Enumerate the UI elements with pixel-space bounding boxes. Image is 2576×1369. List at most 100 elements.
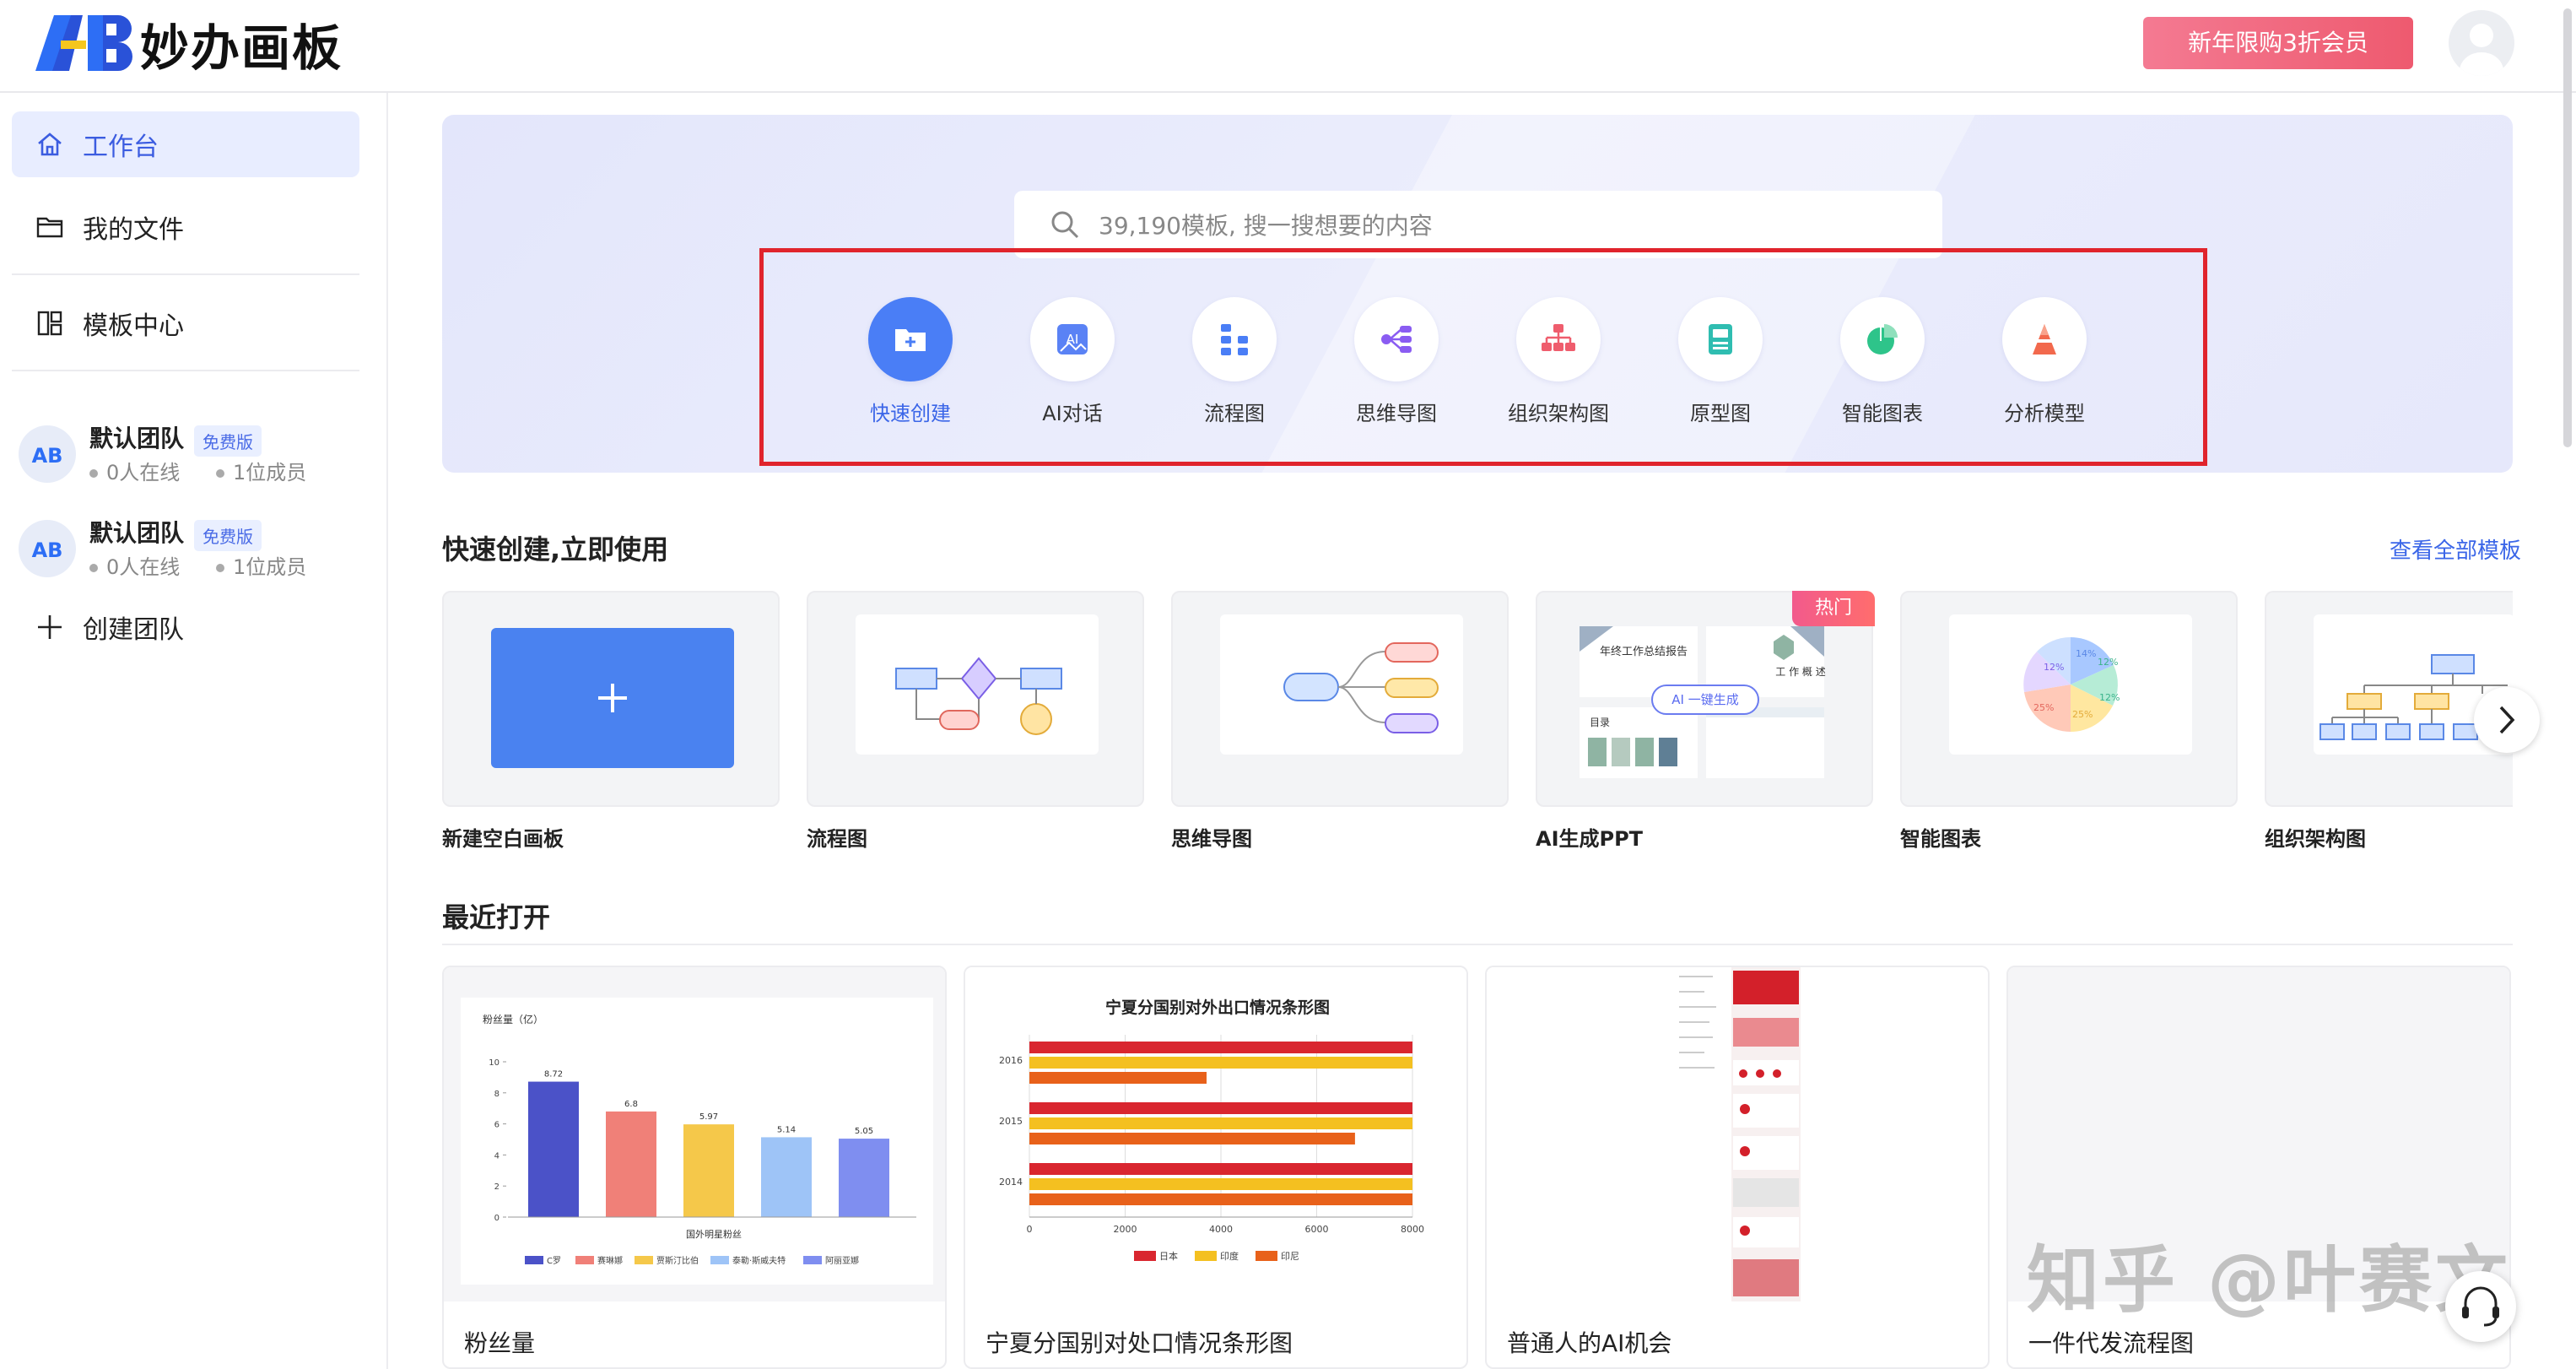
svg-text:12%: 12% — [2099, 692, 2120, 703]
sidebar: 工作台 我的文件 模板中心 AB 默认团队 免费版 0人在线 1位成员 AB 默… — [0, 93, 388, 1369]
org-chart-icon — [1542, 324, 1575, 351]
flowchart-icon — [1221, 324, 1248, 355]
carousel-next-button[interactable] — [2474, 687, 2540, 753]
x-tick-label: 0 — [1027, 1224, 1033, 1235]
nav-workbench[interactable]: 工作台 — [12, 111, 359, 177]
nav-template-center[interactable]: 模板中心 — [12, 290, 359, 356]
bar-value-label: 8.72 — [544, 1070, 563, 1080]
tool-label: 思维导图 — [1356, 402, 1437, 425]
recent-thumb — [1487, 967, 1988, 1301]
team-item[interactable]: AB 默认团队 免费版 0人在线 1位成员 — [19, 414, 373, 490]
search-input[interactable]: 39,190模板, 搜一搜想要的内容 — [1099, 208, 1433, 241]
tool-ai-chat[interactable]: AI AI对话 — [988, 297, 1157, 426]
chart-ylabel: 粉丝量（亿） — [483, 1013, 543, 1025]
view-all-templates-link[interactable]: 查看全部模板 — [2390, 533, 2521, 565]
svg-text:25%: 25% — [2033, 702, 2054, 713]
member-count: 1位成员 — [216, 456, 306, 485]
recent-thumb: 宁夏分国别对外出口情况条形图 0 2000 4000 6000 8000 2016 2015… — [965, 967, 1466, 1301]
legend-label: 阿丽亚娜 — [825, 1255, 859, 1266]
bar — [606, 1111, 656, 1217]
template-name: 智能图表 — [1900, 827, 1981, 851]
plan-badge: 免费版 — [194, 425, 262, 457]
legend-swatch — [803, 1256, 822, 1264]
online-count: 0人在线 — [89, 550, 180, 580]
tool-smart-chart[interactable]: 智能图表 — [1798, 297, 1967, 426]
bar-value-label: 5.14 — [777, 1125, 796, 1134]
hot-badge: 热门 — [1792, 591, 1875, 626]
nav-label: 模板中心 — [83, 311, 184, 341]
legend-swatch — [1195, 1251, 1217, 1261]
tool-analysis-model[interactable]: 分析模型 — [1960, 297, 2129, 426]
template-card-mindmap[interactable] — [1171, 591, 1509, 807]
bar — [683, 1124, 734, 1217]
vip-promo-button[interactable]: 新年限购3折会员 — [2143, 17, 2413, 69]
bar — [1029, 1072, 1207, 1084]
watermark: 知乎 @叶赛文 — [2027, 1238, 2511, 1323]
y-tick-label: 2 — [494, 1182, 500, 1192]
chart-xlabel: 国外明星粉丝 — [686, 1229, 742, 1240]
team-item[interactable]: AB 默认团队 免费版 0人在线 1位成员 — [19, 508, 373, 584]
tool-label: AI对话 — [1042, 402, 1103, 425]
svg-text:AB: AB — [32, 538, 63, 562]
recent-title: 最近打开 — [442, 901, 551, 933]
ai-chance-doc-thumb — [1674, 967, 1801, 1301]
template-card-blank[interactable] — [442, 591, 780, 807]
create-team-button[interactable]: 创建团队 — [12, 594, 359, 660]
tool-org-chart[interactable]: 组织架构图 — [1474, 297, 1643, 426]
bar — [1029, 1193, 1412, 1205]
svg-text:14%: 14% — [2076, 648, 2096, 659]
pyramid-icon — [2033, 324, 2056, 354]
logo-icon[interactable] — [35, 15, 133, 71]
user-avatar[interactable] — [2449, 10, 2514, 76]
bar-value-label: 5.97 — [699, 1112, 718, 1122]
template-card-smart-chart[interactable]: 14% 12% 12% 25% 25% 12% — [1900, 591, 2238, 807]
scrollbar[interactable] — [2563, 8, 2572, 447]
plan-badge: 免费版 — [194, 520, 262, 551]
legend-swatch — [1256, 1251, 1277, 1261]
nav-my-files[interactable]: 我的文件 — [12, 194, 359, 260]
recent-card-ningxia[interactable]: 宁夏分国别对外出口情况条形图 0 2000 4000 6000 8000 2016 2015… — [964, 966, 1468, 1369]
chevron-right-icon — [2499, 706, 2515, 734]
legend-swatch — [1134, 1251, 1156, 1261]
x-tick-label: 8000 — [1401, 1224, 1424, 1235]
team-name: 默认团队 — [89, 425, 185, 452]
tool-mindmap[interactable]: 思维导图 — [1312, 297, 1481, 426]
team-logo-icon: AB — [19, 520, 76, 577]
recent-thumb: 粉丝量（亿） 10 8 6 4 2 0 8.72 6.8 5.97 5.14 5.05 国外明星粉… — [444, 967, 945, 1301]
tool-quick-create[interactable]: 快速创建 — [826, 297, 995, 426]
template-name: 流程图 — [807, 827, 867, 851]
ai-generate-chip: AI 一键生成 — [1671, 692, 1738, 707]
template-card-flowchart[interactable] — [807, 591, 1144, 807]
ppt-overview: 工 作 概 述 — [1775, 666, 1825, 678]
y-tick-label: 0 — [494, 1214, 500, 1223]
tool-prototype[interactable]: 原型图 — [1636, 297, 1805, 426]
template-name: 组织架构图 — [2265, 827, 2366, 851]
top-header: 妙办画板 新年限购3折会员 — [0, 0, 2576, 93]
tool-flowchart[interactable]: 流程图 — [1150, 297, 1319, 426]
chart-title: 宁夏分国别对外出口情况条形图 — [1105, 998, 1330, 1017]
ppt-title: 年终工作总结报告 — [1600, 645, 1688, 658]
recent-card-ai-chance[interactable]: 普通人的AI机会 — [1485, 966, 1990, 1369]
template-icon — [37, 311, 62, 336]
legend-swatch — [710, 1256, 729, 1264]
customer-service-button[interactable] — [2445, 1271, 2516, 1342]
flowchart-thumb — [856, 614, 1099, 755]
pie-chart-icon — [1867, 324, 1898, 354]
mindmap-thumb — [1220, 614, 1463, 755]
tool-label: 流程图 — [1204, 402, 1265, 425]
y-tick-label: 4 — [494, 1151, 500, 1161]
fans-bar-chart: 粉丝量（亿） 10 8 6 4 2 0 8.72 6.8 5.97 5.14 5.05 国外明星粉… — [461, 998, 933, 1285]
tool-label: 原型图 — [1690, 402, 1751, 425]
quick-create-title: 快速创建,立即使用 — [442, 533, 669, 565]
divider — [442, 944, 2513, 945]
bar — [1029, 1117, 1412, 1129]
recent-card-fans[interactable]: 粉丝量（亿） 10 8 6 4 2 0 8.72 6.8 5.97 5.14 5.05 国外明星粉… — [442, 966, 947, 1369]
y-category-label: 2016 — [999, 1055, 1023, 1066]
svg-text:12%: 12% — [2098, 657, 2118, 668]
y-category-label: 2014 — [999, 1177, 1023, 1188]
legend-label: 贾斯汀比伯 — [656, 1255, 699, 1266]
plus-icon — [38, 615, 62, 639]
bar-value-label: 6.8 — [624, 1100, 638, 1109]
folder-icon — [36, 217, 63, 238]
legend-label: 日本 — [1159, 1250, 1178, 1262]
